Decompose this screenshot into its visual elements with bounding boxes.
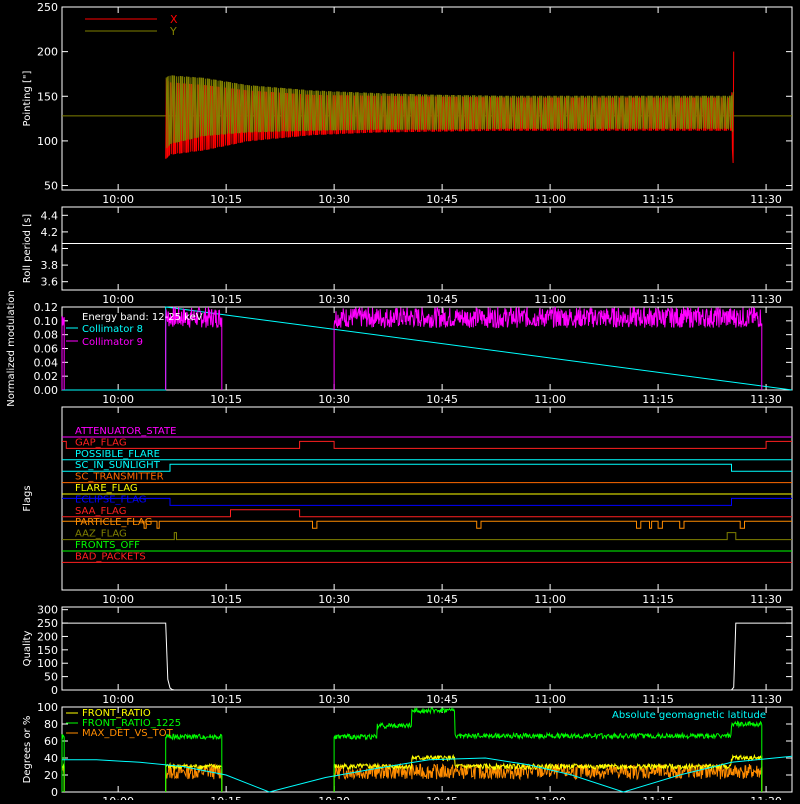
flag-label: POSSIBLE_FLARE: [75, 449, 160, 460]
flag-label: FLARE_FLAG: [75, 483, 138, 494]
x-tick-label: 10:45: [426, 593, 458, 606]
x-tick-label: 11:15: [642, 593, 674, 606]
x-tick-label: 11:15: [642, 693, 674, 706]
y-tick-label: 0.12: [34, 301, 59, 314]
y-tick-label: 4: [51, 243, 58, 256]
y-axis-label: Roll period [s]: [22, 214, 33, 283]
geomagnetic-latitude-annotation: Absolute geomagnetic latitude: [612, 710, 766, 721]
flag-label: SC_IN_SUNLIGHT: [75, 460, 161, 471]
y-tick-label: 200: [37, 46, 58, 59]
x-tick-label: 10:15: [210, 593, 242, 606]
x-tick-label: 10:45: [426, 193, 458, 206]
x-tick-label: 11:00: [534, 693, 566, 706]
y-tick-label: 3.6: [41, 276, 59, 289]
flag-label: ATTENUATOR_STATE: [75, 426, 176, 437]
x-tick-label: 10:30: [318, 795, 350, 800]
x-tick-label: 10:30: [318, 693, 350, 706]
y-tick-label: 60: [44, 735, 58, 748]
y-tick-label: 0.08: [34, 329, 59, 342]
x-tick-label: 11:00: [534, 293, 566, 306]
y-tick-label: 0.02: [34, 370, 59, 383]
x-tick-label: 10:45: [426, 393, 458, 406]
y-tick-label: 80: [44, 718, 58, 731]
x-tick-label: 10:00: [102, 693, 134, 706]
y-axis-label: Normalized modulation: [6, 290, 17, 407]
legend-collimator-8-label: Collimator 8: [82, 324, 143, 335]
flag-label: ECLIPSE_FLAG: [75, 494, 146, 505]
figure-canvas: 10:00 10:15 10:30 10:45 11:00 11:15 11:3050100…: [0, 0, 800, 804]
y-tick-label: 50: [44, 180, 58, 193]
x-tick-label: 10:45: [426, 293, 458, 306]
flag-label: BAD_PACKETS: [75, 551, 146, 562]
y-tick-label: 150: [37, 644, 58, 657]
x-tick-label: 11:30: [750, 293, 782, 306]
y-tick-label: 20: [44, 769, 58, 782]
y-tick-label: 0.06: [34, 343, 59, 356]
y-tick-label: 250: [37, 617, 58, 630]
flag-label: AAZ_FLAG: [75, 529, 127, 540]
flag-label: PARTICLE_FLAG: [75, 517, 152, 528]
y-tick-label: 200: [37, 630, 58, 643]
x-tick-label: 11:30: [750, 193, 782, 206]
y-axis-label: Quality: [22, 631, 33, 667]
x-tick-label: 10:15: [210, 693, 242, 706]
x-tick-label: 10:15: [210, 795, 242, 800]
y-tick-label: 0: [51, 786, 58, 799]
x-tick-label: 11:30: [750, 393, 782, 406]
flag-label: GAP_FLAG: [75, 437, 127, 448]
x-tick-label: 11:00: [534, 393, 566, 406]
y-tick-label: 300: [37, 604, 58, 617]
x-tick-label: 10:00: [102, 293, 134, 306]
x-tick-label: 10:15: [210, 393, 242, 406]
x-tick-label: 11:00: [534, 795, 566, 800]
flag-label: SAA_FLAG: [75, 506, 126, 517]
y-tick-label: 4.4: [41, 209, 59, 222]
y-tick-label: 100: [37, 701, 58, 714]
y-tick-label: 0.00: [34, 384, 59, 397]
x-tick-label: 10:45: [426, 693, 458, 706]
x-tick-label: 10:15: [210, 293, 242, 306]
x-tick-label: 10:30: [318, 293, 350, 306]
x-tick-label: 10:30: [318, 193, 350, 206]
y-axis-label: Pointing ["]: [22, 70, 33, 126]
x-tick-label: 11:30: [750, 693, 782, 706]
flag-label: FRONTS_OFF: [75, 540, 140, 551]
x-tick-label: 11:15: [642, 293, 674, 306]
y-tick-label: 0: [51, 684, 58, 697]
x-tick-label: 10:15: [210, 193, 242, 206]
y-tick-label: 100: [37, 657, 58, 670]
x-tick-label: 10:45: [426, 795, 458, 800]
legend-title: Energy band: 12-25 keV: [82, 312, 203, 323]
y-tick-label: 40: [44, 752, 58, 765]
y-tick-label: 0.10: [34, 315, 59, 328]
x-tick-label: 10:00: [102, 193, 134, 206]
x-tick-label: 11:00: [534, 193, 566, 206]
y-axis-label: Degrees or %: [22, 716, 33, 784]
x-tick-label: 11:15: [642, 193, 674, 206]
x-tick-label: 10:30: [318, 393, 350, 406]
x-tick-label: 11:30: [750, 593, 782, 606]
y-tick-label: 4.2: [41, 226, 59, 239]
x-tick-label: 10:00: [102, 393, 134, 406]
x-tick-label: 11:30: [750, 795, 782, 800]
x-tick-label: 11:00: [534, 593, 566, 606]
summary-plot-figure: 10:00 10:15 10:30 10:45 11:00 11:15 11:30 50 100…: [0, 0, 800, 804]
y-tick-label: 3.8: [41, 259, 59, 272]
legend-max-det-vs-tot-label: MAX_DET_VS_TOT: [82, 728, 174, 739]
y-tick-label: 100: [37, 135, 58, 148]
y-tick-label: 150: [37, 90, 58, 103]
x-tick-label: 10:00: [102, 795, 134, 800]
legend-collimator-9-label: Collimator 9: [82, 337, 143, 348]
x-tick-label: 11:15: [642, 393, 674, 406]
x-tick-label: 10:00: [102, 593, 134, 606]
x-tick-label: 11:15: [642, 795, 674, 800]
y-tick-label: 50: [44, 671, 58, 684]
flag-label: SC_TRANSMITTER: [75, 472, 164, 483]
y-axis-label: Flags: [22, 485, 33, 511]
y-tick-label: 0.04: [34, 356, 59, 369]
x-tick-label: 10:30: [318, 593, 350, 606]
y-tick-label: 250: [37, 1, 58, 14]
legend-y-label: Y: [169, 25, 177, 38]
